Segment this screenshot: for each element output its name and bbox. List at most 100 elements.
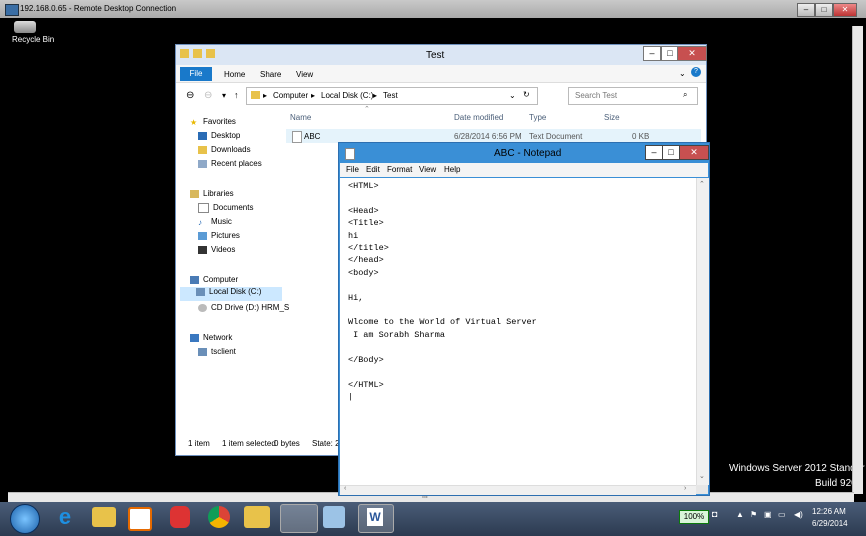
notepad-title: ABC - Notepad <box>494 148 562 159</box>
notes-icon[interactable] <box>323 506 345 528</box>
new-folder-icon[interactable] <box>206 49 216 58</box>
forward-icon[interactable]: ⊖ <box>204 90 212 101</box>
file-explorer-icon[interactable] <box>92 507 116 527</box>
nav-music[interactable]: ♪ Music <box>198 217 232 227</box>
rdp-maximize-button[interactable]: □ <box>815 3 833 17</box>
notepad-text-area[interactable]: <HTML> <Head> <Title> hi </title> </head… <box>340 178 696 485</box>
column-header-name[interactable]: Name <box>290 113 311 122</box>
breadcrumb-separator-icon[interactable]: ▸ <box>311 91 315 100</box>
menu-help[interactable]: Help <box>444 165 460 174</box>
power-icon[interactable]: ◘ <box>712 509 717 519</box>
size-grip[interactable] <box>696 485 708 494</box>
back-icon[interactable]: ⊖ <box>186 90 194 101</box>
notepad-maximize-button[interactable]: □ <box>662 145 680 160</box>
security-icon[interactable] <box>170 506 190 528</box>
nav-libraries[interactable]: Libraries <box>190 189 234 198</box>
quick-access-toolbar[interactable] <box>180 49 220 61</box>
remote-desktop-icon <box>5 4 19 16</box>
explorer-title: Test <box>426 50 445 61</box>
up-icon[interactable]: ↑ <box>234 90 239 100</box>
help-icon[interactable]: ? <box>691 67 701 77</box>
nav-videos[interactable]: Videos <box>198 245 235 254</box>
notepad-vertical-scrollbar[interactable]: ⌃ ⌄ <box>696 178 709 485</box>
chrome-icon[interactable] <box>208 506 230 528</box>
nav-local-disk[interactable]: Local Disk (C:) <box>180 287 282 301</box>
notepad-horizontal-scrollbar[interactable]: ‹ › <box>340 485 696 495</box>
ribbon-tab-share[interactable]: Share <box>260 70 281 79</box>
folder-icon[interactable] <box>244 506 270 528</box>
recycle-bin-icon[interactable] <box>14 21 36 33</box>
nav-pictures[interactable]: Pictures <box>198 231 240 240</box>
rdp-minimize-button[interactable]: – <box>797 3 815 17</box>
scroll-up-icon[interactable]: ⌃ <box>699 180 705 188</box>
nav-desktop[interactable]: Desktop <box>198 131 240 140</box>
remote-desktop-taskbar-button[interactable] <box>280 504 318 533</box>
network-tray-icon[interactable]: ▭ <box>778 510 786 519</box>
menu-view[interactable]: View <box>419 165 436 174</box>
text-file-icon <box>292 131 302 143</box>
notepad-minimize-button[interactable]: – <box>645 145 663 160</box>
nav-downloads-label: Downloads <box>211 145 251 154</box>
music-icon: ♪ <box>198 217 202 227</box>
address-dropdown-icon[interactable]: ⌄ <box>509 91 516 100</box>
computer-icon <box>190 275 199 284</box>
search-input[interactable]: Search Test ⌕ <box>568 87 698 105</box>
windows-edition-watermark: Windows Server 2012 Standar <box>729 463 865 474</box>
breadcrumb-local-disk[interactable]: Local Disk (C:) <box>321 91 373 100</box>
properties-icon[interactable] <box>193 49 203 58</box>
recent-locations-icon[interactable]: ▾ <box>222 91 226 100</box>
rdp-vertical-scrollbar[interactable] <box>852 26 863 494</box>
battery-indicator[interactable]: 100% <box>679 510 709 524</box>
clock-time[interactable]: 12:26 AM <box>812 507 846 516</box>
nav-cd-drive[interactable]: CD Drive (D:) HRM_S <box>198 303 289 312</box>
column-header-size[interactable]: Size <box>604 113 620 122</box>
nav-tsclient[interactable]: tsclient <box>198 347 236 356</box>
media-player-icon[interactable] <box>128 507 152 531</box>
recycle-bin-label[interactable]: Recycle Bin <box>12 35 54 44</box>
address-bar[interactable]: ▸ Computer ▸ Local Disk (C:) ▸ Test ⌄ ↻ <box>246 87 538 105</box>
refresh-icon[interactable]: ↻ <box>523 90 530 99</box>
notepad-icon <box>345 148 355 160</box>
nav-downloads[interactable]: Downloads <box>198 145 251 154</box>
explorer-close-button[interactable]: ✕ <box>677 46 707 61</box>
clock-date[interactable]: 6/29/2014 <box>812 519 848 528</box>
ribbon-tab-view[interactable]: View <box>296 70 313 79</box>
printer-icon[interactable]: ▣ <box>764 510 772 519</box>
file-name[interactable]: ABC <box>304 132 320 141</box>
menu-format[interactable]: Format <box>387 165 412 174</box>
breadcrumb-separator-icon[interactable]: ▸ <box>263 91 267 100</box>
nav-documents[interactable]: Documents <box>198 203 253 213</box>
breadcrumb-computer[interactable]: Computer <box>273 91 308 100</box>
menu-file[interactable]: File <box>346 165 359 174</box>
column-header-date[interactable]: Date modified <box>454 113 503 122</box>
notepad-content[interactable]: <HTML> <Head> <Title> hi </title> </head… <box>340 178 696 405</box>
breadcrumb-separator-icon[interactable]: ▸ <box>373 91 377 100</box>
ribbon-expand-icon[interactable]: ⌄ <box>679 69 686 78</box>
nav-computer[interactable]: Computer <box>190 275 238 284</box>
rdp-close-button[interactable]: ✕ <box>833 3 857 17</box>
nav-local-disk-label: Local Disk (C:) <box>209 287 262 296</box>
volume-icon[interactable]: ◀) <box>794 510 803 519</box>
menu-edit[interactable]: Edit <box>366 165 380 174</box>
word-taskbar-button[interactable]: W <box>358 504 394 533</box>
notepad-close-button[interactable]: ✕ <box>679 145 709 160</box>
scroll-right-icon[interactable]: › <box>684 485 686 492</box>
start-button[interactable] <box>10 504 40 534</box>
scroll-down-icon[interactable]: ⌄ <box>699 472 705 480</box>
table-row[interactable]: ABC 6/28/2014 6:56 PM Text Document 0 KB <box>286 129 701 143</box>
nav-tsclient-label: tsclient <box>211 347 236 356</box>
ribbon-tab-home[interactable]: Home <box>224 70 245 79</box>
nav-recent-places[interactable]: Recent places <box>198 159 262 168</box>
search-icon[interactable]: ⌕ <box>683 90 687 100</box>
nav-favorites[interactable]: ★ Favorites <box>190 117 236 127</box>
flag-icon[interactable]: ⚑ <box>750 510 757 519</box>
file-type: Text Document <box>529 132 583 141</box>
show-hidden-icons-icon[interactable]: ▲ <box>736 510 744 519</box>
explorer-minimize-button[interactable]: – <box>643 46 661 61</box>
breadcrumb-test[interactable]: Test <box>383 91 398 100</box>
ribbon-tab-file[interactable]: File <box>180 67 212 81</box>
column-header-type[interactable]: Type <box>529 113 546 122</box>
scroll-left-icon[interactable]: ‹ <box>344 485 346 492</box>
internet-explorer-icon[interactable]: e <box>52 505 78 529</box>
nav-network[interactable]: Network <box>190 333 232 342</box>
